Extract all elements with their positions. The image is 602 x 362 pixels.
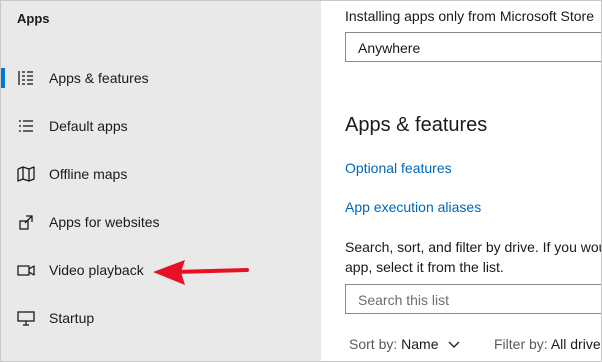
apps-for-websites-icon [19, 215, 33, 230]
sidebar-item-offline-maps[interactable]: Offline maps [1, 154, 321, 194]
chevron-down-icon [448, 341, 460, 349]
sidebar-item-label: Apps & features [49, 70, 149, 86]
default-apps-icon [19, 120, 33, 132]
video-icon [17, 265, 35, 276]
app-execution-aliases-link[interactable]: App execution aliases [345, 199, 481, 215]
install-source-value: Anywhere [358, 40, 421, 56]
sort-label: Sort by: [349, 336, 398, 352]
sidebar-item-label: Default apps [49, 118, 128, 134]
page-title: Apps & features [345, 114, 488, 136]
sort-value: Name [401, 336, 439, 352]
sidebar-item-default-apps[interactable]: Default apps [1, 106, 321, 146]
sidebar-item-apps-for-websites[interactable]: Apps for websites [1, 202, 321, 242]
search-input[interactable]: Search this list [345, 284, 601, 314]
settings-window: Apps Apps & features Default apps Offlin… [0, 0, 602, 362]
red-arrow-annotation [153, 260, 249, 285]
sidebar-item-label: Startup [49, 310, 95, 326]
filter-label: Filter by: [494, 336, 548, 352]
sort-dropdown[interactable]: Sort by: Name [349, 336, 460, 352]
main-pane: Installing apps only from Microsoft Stor… [321, 1, 601, 361]
sidebar-item-apps-features[interactable]: Apps & features [1, 58, 321, 98]
map-icon [17, 166, 35, 182]
search-description: Search, sort, and filter by drive. If yo… [345, 237, 602, 277]
sidebar-item-label: Apps for websites [49, 214, 160, 230]
selection-indicator [1, 68, 5, 88]
apps-features-icon [18, 71, 33, 85]
search-description-line-2: app, select it from the list. [345, 259, 504, 275]
optional-features-link[interactable]: Optional features [345, 160, 452, 176]
sidebar-item-label: Video playback [49, 262, 144, 278]
search-description-line-1: Search, sort, and filter by drive. If yo… [345, 239, 602, 255]
sidebar-item-startup[interactable]: Startup [1, 298, 321, 338]
install-source-label: Installing apps only from Microsoft Stor… [345, 8, 594, 24]
filter-value: All drives [550, 336, 602, 352]
filter-dropdown[interactable]: Filter by: All drives [494, 336, 602, 352]
startup-icon [17, 311, 35, 326]
sidebar-item-label: Offline maps [49, 166, 128, 182]
sidebar-title: Apps [17, 11, 50, 26]
install-source-dropdown[interactable]: Anywhere [345, 32, 601, 62]
search-placeholder: Search this list [358, 292, 450, 308]
sidebar: Apps Apps & features Default apps Offlin… [1, 1, 321, 361]
